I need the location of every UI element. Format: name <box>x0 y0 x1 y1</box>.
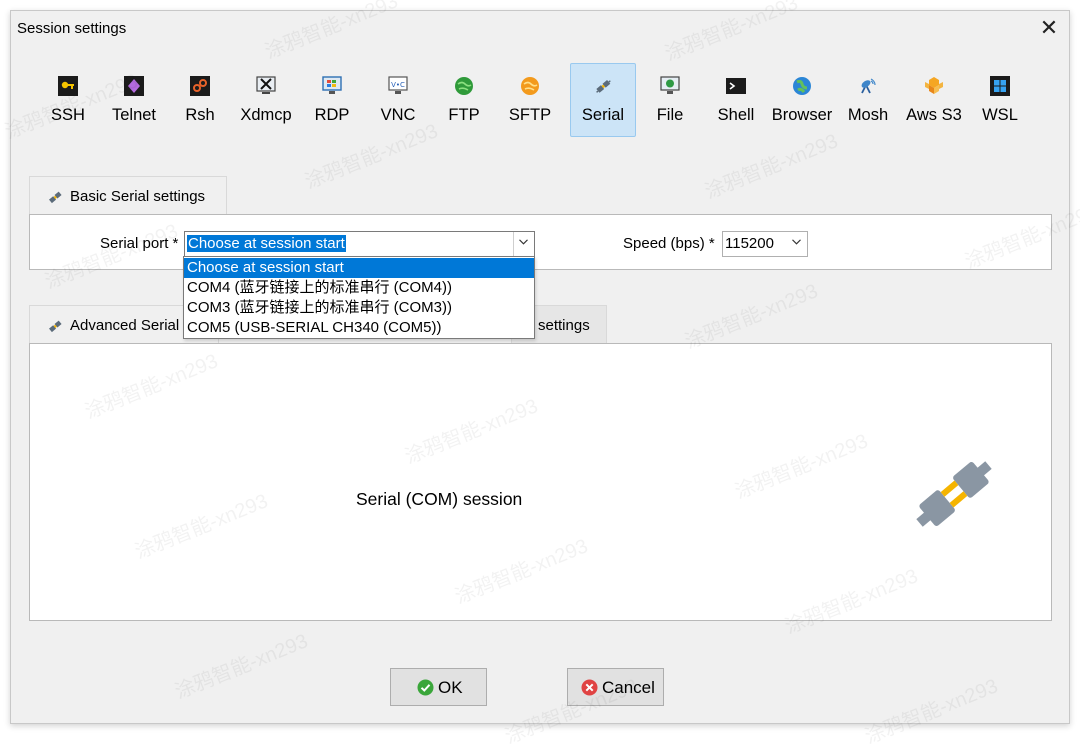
wsl-windows-icon <box>990 76 1010 96</box>
serial-port-value: Choose at session start <box>187 235 346 252</box>
vnc-icon: V•C <box>388 76 408 94</box>
protocol-label: Browser <box>771 106 833 124</box>
tab-label: Basic Serial settings <box>70 188 206 205</box>
protocol-label: SFTP <box>508 106 552 124</box>
sftp-icon <box>521 77 539 95</box>
chevron-down-icon <box>519 239 528 245</box>
protocol-rsh[interactable]: Rsh <box>167 63 233 137</box>
protocol-browser[interactable]: Browser <box>769 63 835 137</box>
rdp-monitor-icon <box>322 76 342 94</box>
aws-s3-icon <box>925 77 943 94</box>
protocol-label: Xdmcp <box>240 106 292 124</box>
speed-dropdown-button[interactable] <box>787 232 807 256</box>
protocol-label: Rsh <box>185 106 215 124</box>
ok-label: OK <box>438 678 463 697</box>
protocol-label: Aws S3 <box>906 106 962 124</box>
dialog-title: Session settings <box>17 20 127 37</box>
protocol-label: File <box>656 106 684 124</box>
check-circle-icon <box>417 679 434 696</box>
cancel-circle-icon <box>581 679 598 696</box>
mosh-antenna-icon <box>861 78 876 94</box>
xdmcp-icon <box>256 76 276 94</box>
protocol-label: Telnet <box>111 106 157 124</box>
cancel-label: Cancel <box>602 678 655 697</box>
protocol-label: WSL <box>982 106 1018 124</box>
protocol-vnc[interactable]: V•C VNC <box>365 63 431 137</box>
serial-port-option[interactable]: COM3 (蓝牙链接上的标准串行 (COM3)) <box>184 298 534 318</box>
protocol-rdp[interactable]: RDP <box>299 63 365 137</box>
protocol-xdmcp[interactable]: Xdmcp <box>233 63 299 137</box>
ftp-globe-icon <box>455 77 473 95</box>
serial-port-option[interactable]: COM4 (蓝牙链接上的标准串行 (COM4)) <box>184 278 534 298</box>
cancel-button[interactable]: Cancel <box>567 668 664 706</box>
rsh-icon <box>190 76 210 96</box>
ssh-key-icon <box>58 76 78 96</box>
serial-port-dropdown-button[interactable] <box>513 232 534 256</box>
serial-port-options-list: Choose at session start COM4 (蓝牙链接上的标准串行… <box>183 256 535 339</box>
protocol-label: Shell <box>717 106 755 124</box>
tab-label: settings <box>538 317 590 334</box>
speed-label: Speed (bps) * <box>623 235 715 252</box>
svg-text:V•C: V•C <box>391 81 405 89</box>
serial-plug-icon <box>49 191 62 204</box>
speed-select[interactable]: 115200 <box>722 231 808 257</box>
protocol-label: Serial <box>581 106 625 124</box>
tab-basic-serial-settings[interactable]: Basic Serial settings <box>29 176 227 216</box>
serial-port-option[interactable]: COM5 (USB-SERIAL CH340 (COM5)) <box>184 318 534 338</box>
protocol-ssh[interactable]: SSH <box>35 63 101 137</box>
chevron-down-icon <box>792 239 801 245</box>
protocol-label: SSH <box>51 106 85 124</box>
serial-plug-icon <box>49 320 62 333</box>
serial-port-label: Serial port * <box>100 235 179 252</box>
serial-plug-icon <box>596 79 611 93</box>
file-monitor-icon <box>660 76 680 94</box>
tab-label: Advanced Serial <box>70 317 180 334</box>
serial-plug-icon <box>916 461 992 527</box>
protocol-shell[interactable]: Shell <box>703 63 769 137</box>
protocol-aws-s3[interactable]: Aws S3 <box>901 63 967 137</box>
protocol-label: Mosh <box>847 106 889 124</box>
protocol-wsl[interactable]: WSL <box>967 63 1033 137</box>
protocol-telnet[interactable]: Telnet <box>101 63 167 137</box>
title-bar: Session settings ✕ <box>11 11 1069 47</box>
shell-terminal-icon <box>726 78 746 94</box>
protocol-serial[interactable]: Serial <box>570 63 636 137</box>
browser-globe-icon <box>793 77 811 95</box>
protocol-file[interactable]: File <box>637 63 703 137</box>
protocol-ftp[interactable]: FTP <box>431 63 497 137</box>
protocol-mosh[interactable]: Mosh <box>835 63 901 137</box>
session-settings-dialog: Session settings ✕ SSH Telnet Rsh Xdmcp … <box>10 10 1070 724</box>
session-type-text: Serial (COM) session <box>356 489 523 509</box>
protocol-sftp[interactable]: SFTP <box>497 63 563 137</box>
telnet-icon <box>124 76 144 96</box>
session-info-panel <box>29 343 1052 621</box>
serial-port-option[interactable]: Choose at session start <box>184 258 534 278</box>
protocol-label: FTP <box>448 106 480 124</box>
ok-button[interactable]: OK <box>390 668 487 706</box>
serial-port-select[interactable]: Choose at session start <box>184 231 535 257</box>
protocol-label: RDP <box>314 106 350 124</box>
close-button[interactable]: ✕ <box>1035 15 1063 43</box>
speed-value: 115200 <box>725 235 774 252</box>
protocol-label: VNC <box>380 106 416 124</box>
